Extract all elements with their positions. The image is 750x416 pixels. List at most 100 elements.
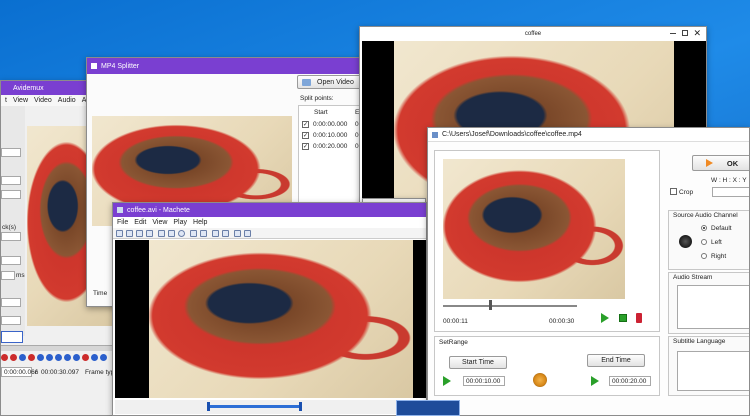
machete-titlebar[interactable]: coffee.avi - Machete	[113, 203, 426, 217]
mark-b-icon[interactable]	[82, 354, 89, 361]
avidemux-field-8[interactable]	[1, 316, 21, 325]
redo-icon[interactable]	[200, 230, 207, 237]
row-checkbox[interactable]: ✓	[302, 121, 309, 128]
crop-checkbox[interactable]	[670, 188, 677, 195]
avidemux-field-2[interactable]	[1, 176, 21, 185]
machete-window: coffee.avi - Machete File Edit View Play…	[112, 202, 427, 416]
snapshot-icon[interactable]	[212, 230, 219, 237]
open-video-button[interactable]: Open Video	[297, 75, 365, 89]
avidemux-settings-panel: ck(s) ms	[1, 106, 25, 336]
source-audio-channel-label: Source Audio Channel	[673, 212, 738, 219]
avidemux-timeline[interactable]	[1, 345, 119, 351]
avidemux-menu-audio[interactable]: Audio	[58, 97, 76, 104]
record-icon[interactable]	[1, 354, 8, 361]
next-icon[interactable]	[73, 354, 80, 361]
machete-menu-play[interactable]: Play	[173, 219, 187, 226]
mark-a-icon[interactable]	[28, 354, 35, 361]
step-forward-icon[interactable]	[55, 354, 62, 361]
start-time-button[interactable]: Start Time	[449, 356, 507, 369]
avidemux-field-1[interactable]	[1, 148, 21, 157]
play-icon[interactable]	[601, 313, 609, 323]
table-row[interactable]: ✓ 0:00:10.000 0:	[299, 131, 365, 141]
settings-icon[interactable]	[222, 230, 229, 237]
range-end-handle[interactable]	[299, 402, 302, 411]
selection-range[interactable]	[209, 405, 301, 408]
crop-dimensions-label: W : H : X : Y	[711, 177, 747, 184]
undo-icon[interactable]	[190, 230, 197, 237]
maximize-icon[interactable]	[682, 30, 688, 36]
cut-icon[interactable]	[158, 230, 165, 237]
mp4splitter-titlebar[interactable]: MP4 Splitter	[87, 58, 365, 74]
machete-menu-edit[interactable]: Edit	[134, 219, 146, 226]
avidemux-field-6[interactable]	[1, 271, 15, 280]
machete-menu-help[interactable]: Help	[193, 219, 207, 226]
seek-handle[interactable]	[489, 300, 492, 310]
avidemux-current-time[interactable]: 0:00:00.066	[1, 367, 38, 377]
set-range-label: SetRange	[439, 339, 468, 346]
properties-icon[interactable]	[146, 230, 153, 237]
copy-icon[interactable]	[168, 230, 175, 237]
list-icon[interactable]	[244, 230, 251, 237]
avidemux-field-7[interactable]	[1, 298, 21, 307]
channel-right-radio[interactable]	[701, 253, 707, 259]
converter-video	[443, 159, 625, 299]
subtitle-language-list[interactable]	[677, 351, 749, 391]
globe-icon[interactable]	[178, 230, 185, 237]
range-sync-icon[interactable]	[533, 373, 547, 387]
stop-icon[interactable]	[619, 314, 627, 322]
avidemux-selection-box[interactable]	[1, 331, 23, 343]
forward-icon[interactable]	[64, 354, 71, 361]
converter-app-icon	[432, 131, 438, 138]
machete-timeline[interactable]	[115, 400, 426, 414]
close-icon[interactable]: ✕	[693, 28, 701, 39]
previous-icon[interactable]	[19, 354, 26, 361]
converter-title: C:\Users\Josef\Downloads\coffee\coffee.m…	[442, 131, 582, 138]
row-checkbox[interactable]: ✓	[302, 143, 309, 150]
end-time-field[interactable]: 00:00:20.00	[609, 376, 651, 386]
open-icon[interactable]	[126, 230, 133, 237]
machete-menu-view[interactable]: View	[152, 219, 167, 226]
channel-left-radio[interactable]	[701, 239, 707, 245]
ok-button[interactable]: OK	[692, 155, 749, 171]
mute-icon[interactable]	[636, 313, 642, 323]
avidemux-field-3[interactable]	[1, 190, 21, 199]
avidemux-menu-view[interactable]: View	[13, 97, 28, 104]
save-icon[interactable]	[136, 230, 143, 237]
converter-titlebar[interactable]: C:\Users\Josef\Downloads\coffee\coffee.m…	[428, 128, 749, 142]
table-row[interactable]: ✓ 0:00:00.000 0:	[299, 120, 365, 130]
mp4splitter-time-label: Time	[93, 290, 108, 297]
avidemux-field-4[interactable]	[1, 232, 21, 241]
rewind-icon[interactable]	[37, 354, 44, 361]
row-start-time: 0:00:00.000	[313, 121, 348, 128]
source-audio-channel-group: Source Audio Channel Default Left Right	[668, 210, 749, 270]
table-row[interactable]: ✓ 0:00:20.000 0:	[299, 142, 365, 152]
machete-menu-file[interactable]: File	[117, 219, 128, 226]
avidemux-menu-video[interactable]: Video	[34, 97, 52, 104]
new-icon[interactable]	[116, 230, 123, 237]
end-play-icon[interactable]	[591, 376, 599, 386]
row-checkbox[interactable]: ✓	[302, 132, 309, 139]
range-start-handle[interactable]	[207, 402, 210, 411]
channel-right-label: Right	[711, 253, 727, 260]
grid-icon[interactable]	[234, 230, 241, 237]
start-play-icon[interactable]	[443, 376, 451, 386]
stop-icon[interactable]	[10, 354, 17, 361]
audio-stream-list[interactable]	[677, 285, 749, 329]
avidemux-label-tracks: ck(s)	[2, 224, 17, 231]
end-icon[interactable]	[100, 354, 107, 361]
start-time-field[interactable]: 00:00:10.00	[463, 376, 505, 386]
end-time-button[interactable]: End Time	[587, 354, 645, 367]
avidemux-time-separator: /	[35, 369, 37, 376]
channel-left-label: Left	[711, 239, 722, 246]
goto-icon[interactable]	[91, 354, 98, 361]
crop-dimensions-field[interactable]	[712, 187, 749, 197]
taskbar-thumbnail[interactable]	[396, 400, 460, 416]
minimize-icon[interactable]	[670, 33, 676, 34]
channel-default-radio[interactable]	[701, 225, 707, 231]
step-back-icon[interactable]	[46, 354, 53, 361]
avidemux-field-5[interactable]	[1, 256, 21, 265]
avidemux-menu-partial[interactable]: t	[5, 97, 7, 104]
coffee-player-titlebar[interactable]: coffee ✕	[360, 27, 706, 41]
row-start-time: 0:00:10.000	[313, 132, 348, 139]
converter-seekbar[interactable]	[443, 305, 577, 307]
